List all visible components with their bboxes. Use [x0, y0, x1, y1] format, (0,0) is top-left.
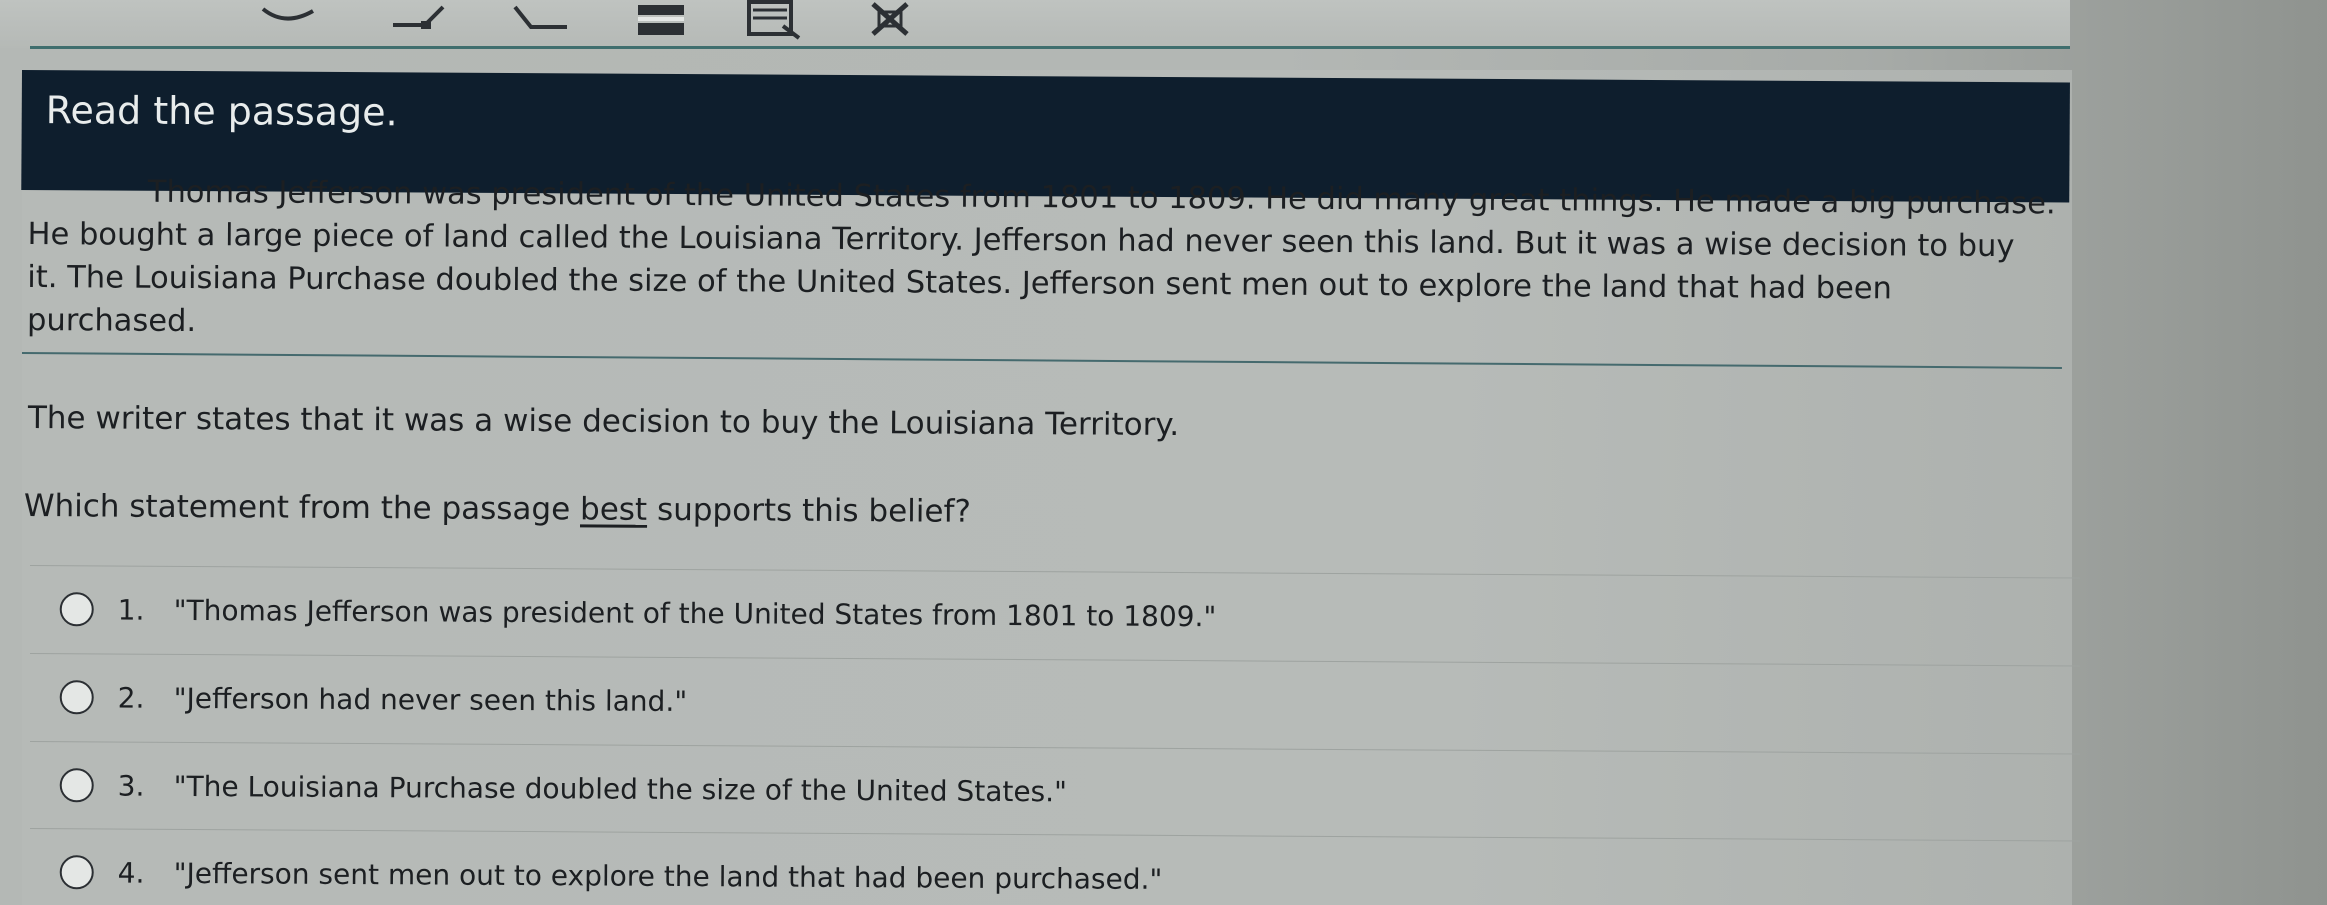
pencil-icon[interactable]	[380, 0, 460, 40]
question-stem: The writer states that it was a wise dec…	[27, 400, 1180, 444]
toolbar-divider	[30, 46, 2070, 49]
radio-button[interactable]	[59, 855, 94, 890]
highlighter-icon[interactable]	[500, 0, 580, 40]
question-panel: Read the passage. Thomas Jefferson was p…	[21, 70, 2080, 905]
passage-header-title: Read the passage.	[45, 88, 398, 135]
undo-icon[interactable]	[250, 0, 330, 40]
passage-text: Thomas Jefferson was president of the Un…	[27, 170, 2073, 354]
radio-button[interactable]	[59, 592, 94, 627]
answer-eliminator-icon[interactable]	[855, 0, 925, 40]
emphasis-word: best	[579, 491, 648, 528]
question-prompt: Which statement from the passage best su…	[23, 488, 971, 530]
radio-button[interactable]	[59, 680, 94, 715]
passage-divider	[21, 352, 2062, 369]
answer-option-1[interactable]: 1. "Thomas Jefferson was president of th…	[29, 565, 2080, 665]
notepad-icon[interactable]	[735, 0, 815, 40]
answer-option-2[interactable]: 2. "Jefferson had never seen this land."	[29, 653, 2080, 753]
test-screen: Read the passage. Thomas Jefferson was p…	[0, 0, 2327, 905]
answer-option-4[interactable]: 4. "Jefferson sent men out to explore th…	[29, 828, 2080, 905]
toolbar	[0, 0, 2070, 48]
answer-option-3[interactable]: 3. "The Louisiana Purchase doubled the s…	[29, 741, 2080, 841]
line-reader-icon[interactable]	[620, 0, 700, 40]
radio-button[interactable]	[59, 768, 94, 803]
